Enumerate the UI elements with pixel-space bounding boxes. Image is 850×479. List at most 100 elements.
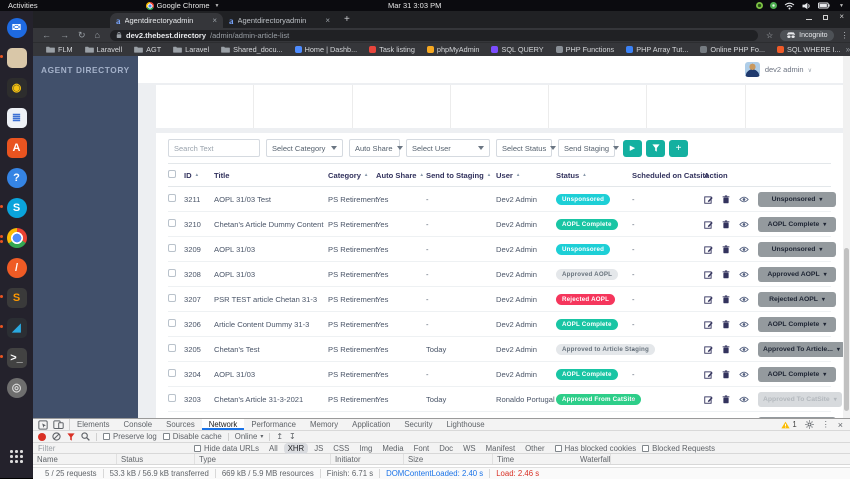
delete-icon[interactable] [722, 369, 730, 379]
warning-badge[interactable]: 1 [781, 420, 797, 429]
devtools-menu-icon[interactable]: ⋮ [822, 420, 830, 429]
request-type-filter[interactable]: CSS [329, 443, 353, 454]
request-type-filter[interactable]: JS [310, 443, 327, 454]
search-icon[interactable] [81, 432, 90, 441]
request-type-filter[interactable]: Media [378, 443, 407, 454]
edit-icon[interactable] [704, 345, 713, 354]
export-har-icon[interactable]: ↧ [289, 432, 296, 441]
delete-icon[interactable] [722, 294, 730, 304]
filter-select[interactable]: Select User [406, 139, 490, 157]
dock-item[interactable]: / [3, 255, 30, 280]
close-tab-icon[interactable]: × [325, 16, 330, 25]
clock[interactable]: Mar 31 3:03 PM [388, 1, 441, 10]
row-checkbox[interactable] [168, 369, 176, 377]
disable-cache-checkbox[interactable]: Disable cache [162, 432, 222, 441]
bookmark-item[interactable]: PHP Array Tut... [621, 45, 693, 54]
search-run-button[interactable]: ▶ [623, 139, 642, 157]
network-column-header[interactable]: Status [117, 454, 195, 464]
dock-item[interactable]: ✉ [3, 15, 30, 40]
search-input[interactable] [168, 139, 260, 157]
status-dropdown-button[interactable]: Unsponsored [758, 191, 836, 207]
bookmark-star-icon[interactable]: ☆ [766, 31, 773, 40]
devtools-tab[interactable]: Security [397, 419, 439, 430]
page-scrollbar[interactable] [843, 56, 850, 418]
delete-icon[interactable] [722, 219, 730, 229]
devtools-tab[interactable]: Lighthouse [439, 419, 491, 430]
filter-button[interactable] [646, 139, 665, 157]
forward-button[interactable]: → [60, 30, 69, 40]
bookmark-item[interactable]: Laravel [168, 45, 214, 54]
status-dropdown-button[interactable]: Unsponsored [758, 241, 836, 257]
bookmark-item[interactable]: Task listing [364, 45, 420, 54]
request-type-filter[interactable]: Other [521, 443, 549, 454]
network-column-header[interactable]: Initiator [331, 454, 404, 464]
view-icon[interactable] [739, 321, 749, 328]
filter-select[interactable]: Send Staging [558, 139, 615, 157]
record-icon[interactable] [38, 432, 46, 441]
network-column-header[interactable]: Time [493, 454, 576, 464]
row-checkbox[interactable] [168, 219, 176, 227]
view-icon[interactable] [739, 396, 749, 403]
import-har-icon[interactable]: ↥ [276, 432, 283, 441]
request-type-filter[interactable]: Font [410, 443, 434, 454]
browser-tab[interactable]: a Agentdirectoryadmin × [110, 13, 223, 28]
dock-item[interactable] [0, 225, 30, 250]
preserve-log-checkbox[interactable]: Preserve log [103, 432, 157, 441]
devtools-tab[interactable]: Elements [70, 419, 117, 430]
devtools-tab[interactable]: Application [345, 419, 397, 430]
minimize-button[interactable] [806, 19, 813, 20]
column-header[interactable]: Status [556, 171, 632, 180]
bookmark-item[interactable]: FLM [41, 45, 78, 54]
devtools-tab[interactable]: Sources [159, 419, 202, 430]
browser-menu-icon[interactable]: ⋮ [841, 31, 849, 40]
network-column-header[interactable]: Type [195, 454, 331, 464]
reload-button[interactable]: ↻ [78, 30, 86, 41]
app-menu[interactable]: Google Chrome ▼ [145, 1, 220, 10]
filter-select[interactable]: Auto Share [349, 139, 400, 157]
column-header[interactable]: Send to Staging [426, 171, 496, 180]
device-toolbar-icon[interactable] [53, 420, 64, 429]
devtools-tab[interactable]: Console [117, 419, 160, 430]
column-header[interactable]: Action [704, 171, 831, 180]
dock-item[interactable]: ≣ [3, 105, 30, 130]
devtools-tab[interactable]: Network [201, 419, 245, 430]
row-checkbox[interactable] [168, 394, 176, 402]
dock-item[interactable]: ◉ [3, 75, 30, 100]
column-header[interactable]: Auto Share [376, 171, 426, 180]
request-type-filter[interactable]: Img [355, 443, 376, 454]
app-grid-icon[interactable] [10, 450, 23, 463]
view-icon[interactable] [739, 346, 749, 353]
maximize-button[interactable] [823, 14, 829, 20]
view-icon[interactable] [739, 271, 749, 278]
column-header[interactable]: Title [214, 171, 328, 180]
hide-data-urls-checkbox[interactable]: Hide data URLs [194, 444, 259, 453]
close-tab-icon[interactable]: × [212, 16, 217, 25]
view-icon[interactable] [739, 296, 749, 303]
view-icon[interactable] [739, 196, 749, 203]
throttling-select[interactable]: Online [235, 432, 264, 441]
delete-icon[interactable] [722, 319, 730, 329]
user-menu[interactable]: dev2 admin [765, 65, 812, 74]
bookmark-item[interactable]: phpMyAdmin [422, 45, 485, 54]
devtools-close-icon[interactable]: × [838, 420, 843, 430]
request-type-filter[interactable]: Manifest [482, 443, 519, 454]
dock-item[interactable]: ? [3, 165, 30, 190]
close-window-button[interactable]: × [839, 13, 844, 21]
row-checkbox[interactable] [168, 344, 176, 352]
dock-item[interactable]: ◢ [0, 315, 30, 340]
edit-icon[interactable] [704, 270, 713, 279]
view-icon[interactable] [739, 221, 749, 228]
dock-item[interactable]: S [0, 195, 30, 220]
row-checkbox[interactable] [168, 244, 176, 252]
request-type-filter[interactable]: WS [459, 443, 480, 454]
delete-icon[interactable] [722, 344, 730, 354]
bookmark-item[interactable]: AGT [129, 45, 166, 54]
filter-funnel-icon[interactable] [67, 432, 75, 441]
bookmarks-overflow-chevron[interactable]: » [846, 45, 850, 54]
scrollbar-thumb[interactable] [844, 248, 849, 411]
row-checkbox[interactable] [168, 194, 176, 202]
column-header[interactable]: Scheduled on Catsite [632, 171, 709, 180]
new-tab-button[interactable]: + [344, 14, 350, 25]
row-checkbox[interactable] [168, 269, 176, 277]
bookmark-item[interactable]: Online PHP Fo... [695, 45, 770, 54]
